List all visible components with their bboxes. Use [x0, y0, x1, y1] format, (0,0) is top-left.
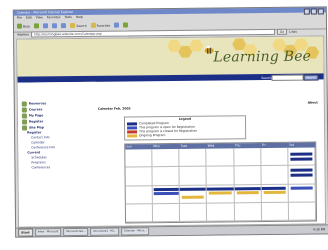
window-title: Calendar - Microsoft Internet Explorer [16, 10, 74, 15]
calendar-event[interactable] [290, 168, 313, 173]
calendar-event[interactable] [182, 195, 205, 199]
calendar-event[interactable] [290, 186, 313, 190]
links-label[interactable]: Links [289, 30, 297, 34]
stop-button[interactable] [43, 23, 49, 29]
month-calendar: Sun Mon Tues Wed Thu Fri Sat [124, 141, 318, 224]
calendar-day-cell[interactable] [234, 202, 262, 222]
sidebar-link-conferences[interactable]: Conferences [18, 165, 96, 171]
refresh-button[interactable] [52, 23, 58, 29]
forward-arrow-icon [34, 23, 40, 29]
history-icon [114, 22, 120, 28]
calendar-day-cell[interactable] [179, 166, 208, 186]
star-icon [90, 22, 96, 28]
calendar-day-cell[interactable] [288, 183, 316, 203]
start-button[interactable]: Start [18, 228, 33, 237]
main-content: About Calendar Feb, 2003 Legend Complete… [98, 79, 325, 225]
calendar-day-cell[interactable] [261, 166, 289, 185]
map-icon [22, 125, 28, 131]
calendar-day-cell[interactable] [125, 185, 153, 205]
legend-row: Ongoing Program [125, 132, 245, 137]
calendar-day-cell[interactable] [261, 202, 289, 222]
calendar-event[interactable] [290, 173, 313, 178]
honeycomb-cell [178, 46, 192, 58]
calendar-event[interactable] [179, 187, 207, 191]
calendar-day-cell[interactable] [125, 167, 153, 186]
site-search-label: Search [261, 75, 272, 80]
calendar-event[interactable] [236, 190, 259, 194]
calendar-event[interactable] [261, 186, 286, 190]
calendar-day-cell[interactable] [125, 149, 153, 168]
calendar-day-cell[interactable] [206, 148, 235, 167]
calendar-event[interactable] [209, 190, 232, 195]
calendar-day-cell[interactable] [152, 148, 180, 168]
calendar-grid [125, 147, 317, 223]
taskbar-clock: 4:30 PM [313, 227, 326, 232]
calendar-event[interactable] [290, 152, 313, 156]
legend-swatch [127, 125, 138, 129]
calendar-day-cell[interactable] [180, 203, 208, 222]
taskbar-item[interactable]: Calendar - Micro... [120, 227, 150, 236]
legend-swatch [127, 129, 138, 133]
calendar-day-cell[interactable] [261, 184, 289, 203]
back-button[interactable]: Back [16, 23, 30, 29]
calendar-day-cell[interactable] [179, 185, 208, 204]
calendar-event[interactable] [153, 191, 180, 195]
notebook-icon [21, 107, 27, 113]
about-link[interactable]: About [308, 100, 318, 104]
history-button[interactable] [114, 22, 120, 28]
calendar-event[interactable] [207, 186, 234, 191]
taskbar-item[interactable]: Inbox - Microsoft [34, 228, 62, 237]
home-icon [61, 23, 67, 29]
site-banner: Learning Bee [17, 36, 324, 77]
legend-swatch [126, 121, 138, 125]
calendar-day-cell[interactable] [233, 148, 262, 167]
calendar-day-cell[interactable] [206, 166, 235, 186]
calendar-day-cell[interactable] [234, 166, 262, 185]
calendar-day-cell[interactable] [234, 184, 262, 204]
address-label: Address [17, 32, 30, 37]
calendar-day-cell[interactable] [125, 203, 154, 223]
calendar-day-cell[interactable] [152, 203, 181, 223]
web-page: Learning Bee Search Search Resources Cou… [16, 35, 327, 228]
site-logo[interactable]: Learning Bee [213, 49, 311, 66]
calendar-legend: Legend Completed Program This program is… [123, 115, 247, 141]
taskbar-item[interactable]: Document1 - Mi... [90, 227, 119, 236]
book-icon [21, 101, 27, 107]
taskbar-item[interactable]: Microsoft Out... [63, 227, 89, 237]
back-arrow-icon [16, 23, 23, 29]
page-title: Calendar Feb, 2003 [97, 106, 131, 111]
calendar-event[interactable] [263, 190, 286, 194]
calendar-day-cell[interactable] [288, 165, 316, 185]
honeycomb-cell [167, 40, 181, 52]
calendar-day-cell[interactable] [207, 203, 235, 222]
favorites-button[interactable]: Favorites [90, 22, 111, 28]
calendar-day-cell[interactable] [288, 202, 317, 221]
honeycomb-cell [189, 40, 203, 52]
mail-button[interactable] [123, 22, 129, 28]
calendar-day-cell[interactable] [152, 167, 180, 186]
site-sidebar: Resources Courses My Page Register Site … [17, 81, 98, 227]
search-icon [70, 22, 76, 29]
calendar-event[interactable] [234, 186, 261, 190]
refresh-icon [52, 23, 58, 29]
calendar-day-cell[interactable] [179, 148, 207, 168]
calendar-event[interactable] [153, 187, 179, 191]
mail-icon [123, 22, 129, 28]
calendar-day-cell[interactable] [152, 185, 181, 204]
calendar-day-cell[interactable] [207, 184, 235, 204]
pen-icon [21, 119, 28, 125]
browser-window: Calendar - Microsoft Internet Explorer F… [12, 6, 328, 238]
stop-icon [43, 23, 49, 29]
forward-button[interactable] [34, 23, 40, 29]
windows-taskbar: Start Inbox - Microsoft Microsoft Out...… [16, 224, 328, 237]
calendar-event[interactable] [290, 157, 313, 161]
calendar-day-cell[interactable] [288, 147, 316, 167]
legend-swatch [127, 133, 138, 137]
home-button[interactable] [61, 23, 67, 29]
go-button[interactable]: Go [276, 28, 288, 35]
search-button[interactable]: Search [70, 22, 87, 29]
page-icon [21, 113, 27, 119]
calendar-day-cell[interactable] [260, 147, 289, 167]
